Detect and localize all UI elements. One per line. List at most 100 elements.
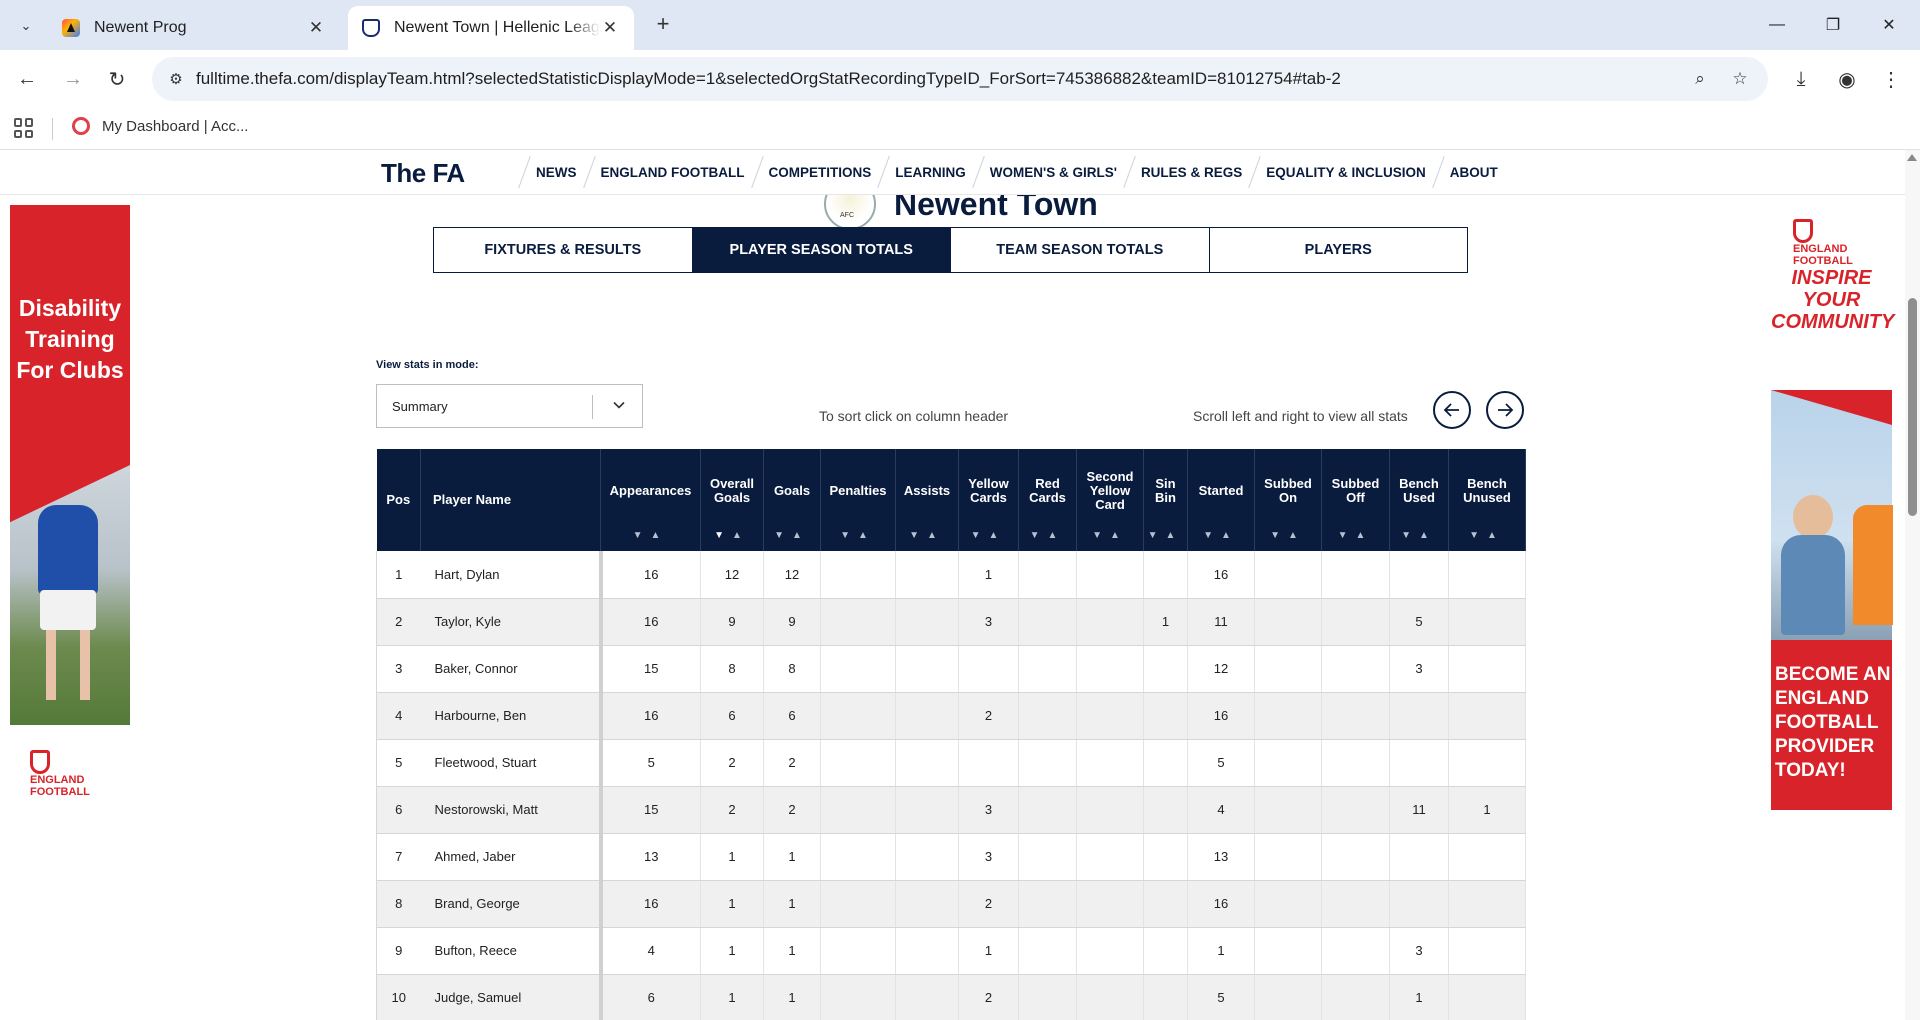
menu-item-about[interactable]: ABOUT	[1440, 150, 1512, 195]
scroll-thumb[interactable]	[1908, 298, 1917, 516]
sort-desc-icon[interactable]: ▼	[1270, 530, 1288, 541]
sort-desc-icon[interactable]: ▼	[1030, 530, 1048, 541]
tab-fixtures-results[interactable]: FIXTURES & RESULTS	[434, 228, 693, 272]
player-name-cell[interactable]: Taylor, Kyle	[420, 598, 603, 646]
menu-item-learning[interactable]: LEARNING	[885, 150, 980, 195]
sort-asc-icon[interactable]: ▲	[1288, 530, 1306, 541]
new-tab-plus-icon[interactable]: +	[650, 12, 676, 38]
sort-arrows-icon[interactable]: ▼▲	[1390, 529, 1448, 543]
close-tab-icon[interactable]: ✕	[600, 18, 620, 38]
sort-arrows-icon[interactable]: ▼▲	[959, 529, 1018, 543]
tab-player-season-totals[interactable]: PLAYER SEASON TOTALS	[692, 228, 951, 272]
menu-item-rules-regs[interactable]: RULES & REGS	[1131, 150, 1256, 195]
column-header-bench-used[interactable]: Bench Used ▼▲	[1389, 449, 1449, 551]
zoom-icon[interactable]: ⌕	[1687, 66, 1713, 92]
reload-icon[interactable]: ↻	[102, 64, 132, 94]
sort-asc-icon[interactable]: ▲	[1110, 530, 1128, 541]
sort-arrows-icon[interactable]: ▼▲	[1077, 529, 1143, 543]
minimize-icon[interactable]: —	[1754, 8, 1800, 42]
player-name-cell[interactable]: Fleetwood, Stuart	[420, 739, 603, 787]
sort-asc-icon[interactable]: ▲	[1166, 530, 1184, 541]
sort-arrows-icon[interactable]: ▼▲	[821, 529, 895, 543]
column-header-second-yellow-card[interactable]: Second Yellow Card ▼▲	[1076, 449, 1144, 551]
forward-arrow-icon[interactable]: →	[58, 64, 88, 94]
back-arrow-icon[interactable]: ←	[12, 64, 42, 94]
bookmark-star-icon[interactable]: ☆	[1727, 66, 1753, 92]
sort-arrows-icon[interactable]: ▼▲	[701, 529, 763, 543]
sort-asc-icon[interactable]: ▲	[1356, 530, 1374, 541]
site-info-icon[interactable]: ⚙	[162, 65, 190, 93]
sort-asc-icon[interactable]: ▲	[927, 530, 945, 541]
column-header-goals[interactable]: Goals ▼▲	[763, 449, 821, 551]
restore-icon[interactable]: ❐	[1810, 8, 1856, 42]
stats-mode-select[interactable]: Summary	[376, 384, 643, 428]
sort-arrows-icon[interactable]: ▼▲	[1144, 529, 1187, 543]
menu-item-competitions[interactable]: COMPETITIONS	[759, 150, 886, 195]
player-name-cell[interactable]: Ahmed, Jaber	[420, 833, 603, 881]
column-header-yellow-cards[interactable]: Yellow Cards ▼▲	[958, 449, 1019, 551]
menu-item-news[interactable]: NEWS	[526, 150, 591, 195]
sort-desc-icon[interactable]: ▼	[909, 530, 927, 541]
sort-arrows-icon[interactable]: ▼▲	[1188, 529, 1254, 543]
sort-desc-icon[interactable]: ▼	[774, 530, 792, 541]
sort-arrows-icon[interactable]: ▼▲	[896, 529, 958, 543]
column-header-subbed-off[interactable]: Subbed Off ▼▲	[1321, 449, 1390, 551]
tab-players[interactable]: PLAYERS	[1210, 228, 1468, 272]
column-header-started[interactable]: Started ▼▲	[1187, 449, 1255, 551]
sort-desc-icon[interactable]: ▼	[1401, 530, 1419, 541]
sort-asc-icon[interactable]: ▲	[858, 530, 876, 541]
sort-arrows-icon[interactable]: ▼▲	[1019, 529, 1076, 543]
player-name-cell[interactable]: Bufton, Reece	[420, 927, 603, 975]
player-name-cell[interactable]: Brand, George	[420, 880, 603, 928]
scroll-right-button[interactable]	[1486, 391, 1524, 429]
menu-item-england-football[interactable]: ENGLAND FOOTBALL	[591, 150, 759, 195]
sort-asc-icon[interactable]: ▲	[732, 530, 750, 541]
ad-disability-training[interactable]: Disability Training For Clubs ENGLAND FO…	[10, 205, 130, 798]
column-header-penalties[interactable]: Penalties ▼▲	[820, 449, 896, 551]
sort-desc-icon[interactable]: ▼	[840, 530, 858, 541]
browser-tab-newent-prog[interactable]: Newent Prog ✕	[48, 6, 340, 50]
menu-item-womens-girls[interactable]: WOMEN'S & GIRLS'	[980, 150, 1131, 195]
download-icon[interactable]: ⤓	[1786, 64, 1816, 94]
ad-inspire-community[interactable]: ENGLAND FOOTBALL INSPIRE YOUR COMMUNITY …	[1771, 205, 1894, 810]
page-scrollbar[interactable]	[1905, 150, 1920, 1020]
player-name-cell[interactable]: Hart, Dylan	[420, 551, 603, 599]
column-header-sin-bin[interactable]: Sin Bin ▼▲	[1143, 449, 1188, 551]
column-header-overall-goals[interactable]: Overall Goals ▼▲	[700, 449, 764, 551]
sort-desc-icon[interactable]: ▼	[971, 530, 989, 541]
sort-asc-icon[interactable]: ▲	[1221, 530, 1239, 541]
sort-asc-icon[interactable]: ▲	[792, 530, 810, 541]
omnibox[interactable]: ⚙ fulltime.thefa.com/displayTeam.html?se…	[152, 57, 1768, 101]
player-name-cell[interactable]: Harbourne, Ben	[420, 692, 603, 740]
column-header-red-cards[interactable]: Red Cards ▼▲	[1018, 449, 1077, 551]
player-name-cell[interactable]: Judge, Samuel	[420, 974, 603, 1020]
sort-arrows-icon[interactable]: ▼▲	[1449, 529, 1525, 543]
column-header-bench-unused[interactable]: Bench Unused ▼▲	[1448, 449, 1526, 551]
player-name-cell[interactable]: Nestorowski, Matt	[420, 786, 603, 834]
sort-desc-icon[interactable]: ▼	[1148, 530, 1166, 541]
sort-desc-icon[interactable]: ▼	[1338, 530, 1356, 541]
scroll-left-button[interactable]	[1433, 391, 1471, 429]
bookmark-my-dashboard[interactable]: My Dashboard | Acc...	[72, 117, 248, 135]
sort-asc-icon[interactable]: ▲	[651, 530, 669, 541]
column-header-assists[interactable]: Assists ▼▲	[895, 449, 959, 551]
column-header-appearances[interactable]: Appearances ▼▲	[600, 449, 701, 551]
fa-logo[interactable]: The FA	[381, 158, 465, 189]
column-header-subbed-on[interactable]: Subbed On ▼▲	[1254, 449, 1322, 551]
tab-team-season-totals[interactable]: TEAM SEASON TOTALS	[951, 228, 1210, 272]
sort-desc-icon[interactable]: ▼	[1203, 530, 1221, 541]
sort-arrows-icon[interactable]: ▼▲	[1255, 529, 1321, 543]
player-name-cell[interactable]: Baker, Connor	[420, 645, 603, 693]
menu-item-equality-inclusion[interactable]: EQUALITY & INCLUSION	[1256, 150, 1440, 195]
sort-asc-icon[interactable]: ▲	[1419, 530, 1437, 541]
sort-arrows-icon[interactable]: ▼▲	[764, 529, 820, 543]
sort-desc-icon[interactable]: ▼	[714, 530, 732, 541]
sort-desc-icon[interactable]: ▼	[1469, 530, 1487, 541]
scroll-up-icon[interactable]	[1907, 154, 1917, 161]
apps-grid-icon[interactable]	[14, 118, 34, 138]
sort-arrows-icon[interactable]: ▼▲	[601, 529, 700, 543]
tab-search-chevron-icon[interactable]: ⌄	[12, 12, 40, 40]
sort-desc-icon[interactable]: ▼	[1092, 530, 1110, 541]
sort-arrows-icon[interactable]: ▼▲	[1322, 529, 1389, 543]
sort-asc-icon[interactable]: ▲	[1487, 530, 1505, 541]
